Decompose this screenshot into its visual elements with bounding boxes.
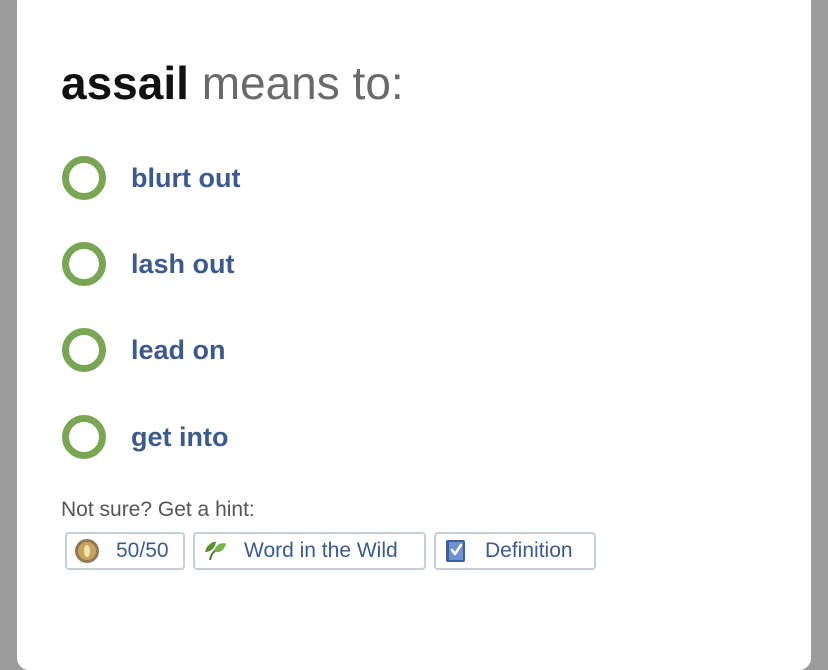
coin-icon (75, 539, 99, 563)
hint-word-in-the-wild-button[interactable]: Word in the Wild (193, 532, 426, 570)
question-heading: assail means to: (61, 56, 404, 110)
hint-button-label[interactable]: Word in the Wild (244, 539, 398, 563)
leaf-icon (205, 541, 226, 561)
hint-definition-button[interactable]: Definition (434, 532, 596, 570)
answer-choice-2[interactable]: lash out (62, 241, 235, 287)
hint-fifty-fifty-button[interactable]: 50/50 (65, 532, 185, 570)
hint-prompt: Not sure? Get a hint: (61, 498, 255, 521)
answer-choice-label[interactable]: lash out (131, 249, 235, 280)
question-word: assail (61, 57, 189, 109)
answer-choice-label[interactable]: lead on (131, 335, 226, 366)
answer-choice-label[interactable]: get into (131, 422, 228, 453)
book-icon (446, 540, 465, 562)
radio-button-icon[interactable] (62, 328, 106, 372)
answer-choice-3[interactable]: lead on (62, 327, 226, 373)
answer-choice-1[interactable]: blurt out (62, 155, 240, 201)
question-prompt: means to: (201, 57, 404, 109)
radio-button-icon[interactable] (62, 156, 106, 200)
answer-choice-label[interactable]: blurt out (131, 163, 240, 194)
answer-choice-4[interactable]: get into (62, 414, 228, 460)
radio-button-icon[interactable] (62, 242, 106, 286)
radio-button-icon[interactable] (62, 415, 106, 459)
hint-button-label[interactable]: Definition (485, 539, 573, 563)
hint-button-label[interactable]: 50/50 (116, 539, 169, 563)
